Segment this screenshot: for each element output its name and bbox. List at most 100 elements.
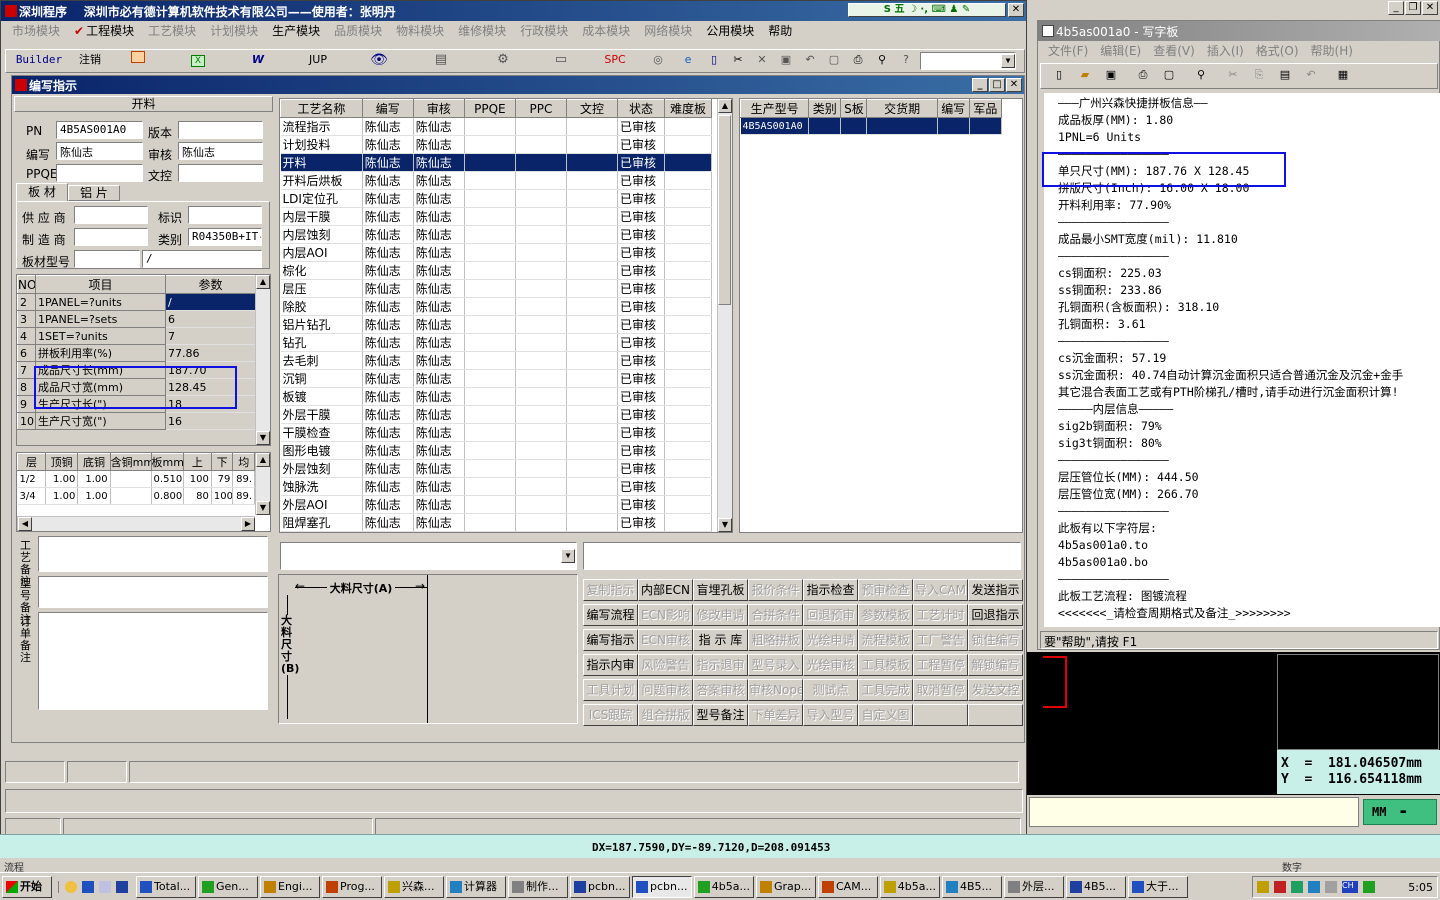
process-cell[interactable]: 陈仙志: [413, 207, 465, 226]
cut-icon[interactable]: ✂: [726, 50, 750, 72]
save-icon[interactable]: ▣: [774, 50, 798, 72]
action-button[interactable]: 编写流程: [583, 604, 638, 626]
task-button[interactable]: 计算器: [446, 875, 506, 898]
process-row[interactable]: 干膜检查 陈仙志 陈仙志 已审核: [280, 423, 713, 442]
process-cell[interactable]: [464, 513, 516, 532]
process-cell[interactable]: [464, 189, 516, 208]
process-cell[interactable]: 陈仙志: [413, 369, 465, 388]
layer-row[interactable]: 3/4 1.00 1.00 0.800 80 100 89.: [17, 487, 255, 505]
process-cell[interactable]: [515, 225, 567, 244]
layer-cell[interactable]: 100: [183, 470, 212, 488]
process-cell[interactable]: [664, 207, 713, 226]
action-button[interactable]: 风险警告: [638, 654, 693, 676]
edit-shortcut-icon[interactable]: [99, 880, 111, 893]
task-button[interactable]: 4B5...: [1066, 875, 1126, 898]
task-button[interactable]: Gen...: [198, 875, 258, 898]
model-header[interactable]: 生产型号: [740, 99, 810, 118]
save-icon[interactable]: ▣: [1099, 65, 1123, 87]
process-cell[interactable]: [464, 135, 516, 154]
action-button[interactable]: 修改申请: [693, 604, 748, 626]
process-cell[interactable]: 流程指示: [280, 117, 363, 136]
menu-item[interactable]: 市场模块: [5, 22, 67, 40]
process-cell[interactable]: [566, 351, 619, 370]
process-cell[interactable]: [664, 243, 713, 262]
process-cell[interactable]: 已审核: [617, 351, 665, 370]
task-button[interactable]: 制作...: [508, 875, 568, 898]
process-cell[interactable]: 已审核: [617, 441, 665, 460]
find-icon[interactable]: ⚲: [1189, 65, 1213, 87]
params-cell[interactable]: 1SET=?units: [35, 327, 166, 345]
process-row[interactable]: 内层AOI 陈仙志 陈仙志 已审核: [280, 243, 713, 262]
process-cell[interactable]: 阻焊塞孔: [280, 513, 363, 532]
layers-header[interactable]: 板mm: [150, 453, 184, 471]
params-cell[interactable]: 9: [17, 395, 36, 413]
process-cell[interactable]: 陈仙志: [413, 135, 465, 154]
task-button[interactable]: pcbn...: [570, 875, 630, 898]
process-cell[interactable]: [664, 477, 713, 496]
ie-icon[interactable]: e: [674, 50, 702, 72]
layer-cell[interactable]: 1/2: [17, 470, 46, 488]
process-cell[interactable]: 外层蚀刻: [280, 459, 363, 478]
process-cell[interactable]: [664, 135, 713, 154]
process-cell[interactable]: [515, 117, 567, 136]
params-cell[interactable]: 7: [17, 361, 36, 379]
process-cell[interactable]: 陈仙志: [362, 459, 414, 478]
process-cell[interactable]: [664, 531, 713, 532]
eye-icon[interactable]: 👁: [348, 50, 410, 72]
tray-pen-icon[interactable]: [1257, 881, 1269, 893]
layers-header[interactable]: 底铜: [77, 453, 111, 471]
process-cell[interactable]: [566, 531, 619, 532]
process-cell[interactable]: [464, 153, 516, 172]
action-button[interactable]: 内部ECN: [638, 579, 693, 601]
process-cell[interactable]: 陈仙志: [413, 117, 465, 136]
process-row[interactable]: 开料后烘板 陈仙志 陈仙志 已审核: [280, 171, 713, 190]
process-cell[interactable]: [664, 459, 713, 478]
process-cell[interactable]: 蚀脉洗: [280, 477, 363, 496]
process-cell[interactable]: 陈仙志: [413, 243, 465, 262]
print-preview-icon[interactable]: ▢: [1157, 65, 1181, 87]
jup-button[interactable]: JUP: [288, 50, 348, 72]
reviewer-field[interactable]: 陈仙志: [178, 142, 263, 160]
process-cell[interactable]: 陈仙志: [413, 441, 465, 460]
params-cell[interactable]: 3: [17, 310, 36, 328]
params-header-value[interactable]: 参数: [165, 275, 256, 294]
params-row[interactable]: 6 拼板利用率(%) 77.86: [17, 344, 256, 362]
process-cell[interactable]: [464, 477, 516, 496]
process-cell[interactable]: 去毛刺: [280, 351, 363, 370]
params-cell[interactable]: 7: [165, 327, 256, 345]
action-button[interactable]: 流程模板: [858, 629, 913, 651]
process-cell[interactable]: 阻焊: [280, 531, 363, 532]
process-header[interactable]: PPC: [514, 99, 567, 118]
menu-item[interactable]: 帮助: [761, 22, 799, 40]
delete-icon[interactable]: ✕: [750, 50, 774, 72]
process-cell[interactable]: 已审核: [617, 171, 665, 190]
chevron-down-icon[interactable]: ▬: [1400, 807, 1405, 817]
layer-cell[interactable]: 1.00: [77, 470, 111, 488]
menu-item[interactable]: 公用模块: [699, 22, 761, 40]
process-cell[interactable]: [464, 261, 516, 280]
layers-hscroll[interactable]: ◀ ▶: [17, 516, 255, 531]
process-cell[interactable]: 已审核: [617, 495, 665, 514]
process-cell[interactable]: 陈仙志: [413, 405, 465, 424]
pn-field[interactable]: 4B5AS001A0: [56, 121, 143, 139]
action-button[interactable]: 回退指示: [968, 604, 1023, 626]
process-cell[interactable]: [464, 423, 516, 442]
process-cell[interactable]: 陈仙志: [362, 225, 414, 244]
restore-icon[interactable]: ❐: [1405, 1, 1421, 15]
scroll-up-icon[interactable]: ▲: [256, 453, 270, 467]
tray-x-icon[interactable]: [1325, 881, 1337, 893]
scroll-left-icon[interactable]: ◀: [18, 517, 32, 531]
ppt-icon[interactable]: [108, 50, 168, 72]
action-button[interactable]: 报价条件: [748, 579, 803, 601]
layer-cell[interactable]: [110, 470, 152, 488]
process-cell[interactable]: [464, 117, 516, 136]
process-row[interactable]: 外层蚀刻 陈仙志 陈仙志 已审核: [280, 459, 713, 478]
model-header[interactable]: 交货期: [866, 99, 938, 118]
tab-aluminum[interactable]: 铝 片: [68, 185, 120, 201]
process-cell[interactable]: 陈仙志: [413, 477, 465, 496]
process-cell[interactable]: [566, 387, 619, 406]
action-button[interactable]: 合拼条件: [748, 604, 803, 626]
action-button[interactable]: 工厂警告: [913, 629, 968, 651]
process-cell[interactable]: 陈仙志: [362, 153, 414, 172]
close-icon[interactable]: ✕: [1006, 78, 1022, 92]
